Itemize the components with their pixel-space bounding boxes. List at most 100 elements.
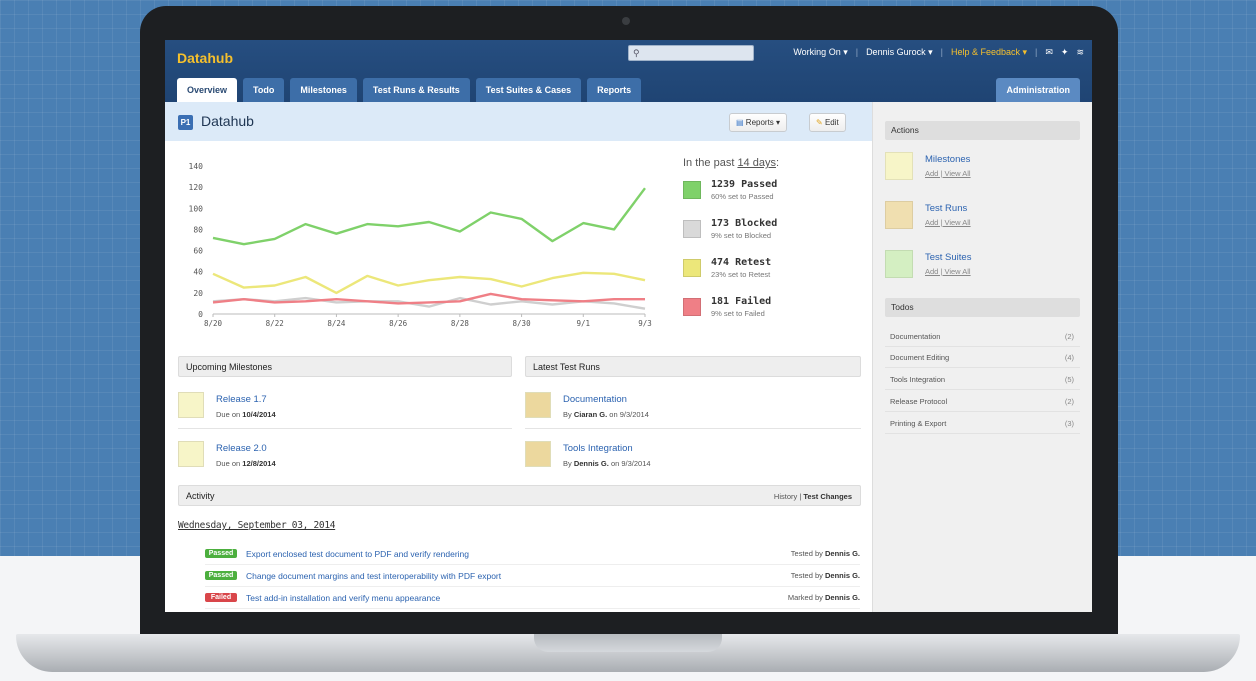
tab-administration[interactable]: Administration (996, 78, 1080, 102)
todo-item[interactable]: Documentation (2) (885, 326, 1080, 347)
project-header: P1 Datahub ▤ Reports ▾ ✎ Edit (165, 102, 872, 141)
by-prefix: By (563, 410, 574, 419)
summary-suffix: : (775, 157, 780, 169)
y-tick-label: 60 (193, 247, 203, 256)
test-run-icon (525, 392, 551, 418)
y-tick-label: 140 (189, 162, 204, 171)
user-menu[interactable]: Dennis Gurock ▾ (866, 47, 933, 58)
reports-button[interactable]: ▤ Reports ▾ (729, 113, 788, 132)
milestone-item: Release 2.0 Due on 12/8/2014 (178, 441, 276, 468)
test-run-item: Tools Integration By Dennis G. on 9/3/201… (525, 441, 651, 468)
edit-button-label: Edit (824, 118, 839, 127)
activity-date: Wednesday, September 03, 2014 (178, 520, 336, 531)
x-tick-label: 8/26 (389, 319, 408, 328)
todo-item[interactable]: Tools Integration (5) (885, 369, 1080, 390)
todo-item[interactable]: Document Editing (4) (885, 347, 1080, 368)
milestone-link[interactable]: Release 1.7 (216, 394, 276, 405)
activity-link[interactable]: Change document margins and test interop… (246, 571, 791, 581)
test-run-icon (525, 441, 551, 467)
due-prefix: Due on (216, 410, 243, 419)
working-on-menu[interactable]: Working On ▾ (793, 47, 847, 58)
test-changes-link[interactable]: Test Changes (803, 492, 852, 501)
twitter-icon[interactable]: ✦ (1061, 47, 1069, 58)
activity-meta: Tested by Dennis G. (791, 571, 860, 580)
history-link[interactable]: History (774, 492, 797, 501)
edit-button[interactable]: ✎ Edit (809, 113, 846, 132)
summary-prefix: In the past (683, 157, 738, 169)
page-title: Datahub (201, 113, 254, 129)
chart-icon: ▤ (736, 118, 744, 127)
tab-overview[interactable]: Overview (177, 78, 238, 102)
main-tabs: Overview Todo Milestones Test Runs & Res… (177, 78, 642, 102)
reports-button-label: Reports ▾ (745, 118, 781, 127)
status-summary: In the past 14 days: 1239 Passed 60% set … (683, 157, 863, 335)
run-date: on 9/3/2014 (607, 410, 649, 419)
runs-section-header: Latest Test Runs (525, 356, 861, 377)
search-input[interactable]: ⚲ (628, 45, 754, 61)
mail-icon[interactable]: ✉ (1045, 47, 1053, 58)
y-tick-label: 0 (198, 310, 203, 319)
stat-title: 181 Failed (711, 296, 772, 307)
todo-item[interactable]: Release Protocol (2) (885, 391, 1080, 412)
due-date: 10/4/2014 (242, 410, 276, 419)
stat-sub: 9% set to Failed (711, 309, 765, 318)
activity-row: Passed Export enclosed test document to … (205, 543, 860, 565)
action-title-link[interactable]: Test Runs (925, 203, 971, 214)
rss-icon[interactable]: ≋ (1076, 47, 1084, 58)
add-view-all-links[interactable]: Add | View All (925, 218, 971, 227)
retest-swatch (683, 259, 701, 277)
help-feedback-menu[interactable]: Help & Feedback ▾ (951, 47, 1027, 58)
test-run-link[interactable]: Tools Integration (563, 443, 651, 454)
y-tick-label: 80 (193, 225, 203, 234)
action-test-suites: Test Suites Add | View All (885, 250, 971, 278)
milestone-icon (178, 441, 204, 467)
action-title-link[interactable]: Milestones (925, 154, 971, 165)
todo-count: (2) (1064, 332, 1074, 341)
todo-item[interactable]: Printing & Export (3) (885, 413, 1080, 434)
tab-test-suites[interactable]: Test Suites & Cases (475, 78, 582, 102)
add-view-all-links[interactable]: Add | View All (925, 267, 971, 276)
divider (525, 428, 861, 429)
add-view-all-links[interactable]: Add | View All (925, 169, 971, 178)
test-run-link[interactable]: Documentation (563, 394, 649, 405)
actions-header: Actions (885, 121, 1080, 140)
series-line-0 (212, 187, 646, 246)
tab-milestones[interactable]: Milestones (290, 78, 357, 102)
tab-reports[interactable]: Reports (587, 78, 642, 102)
x-tick-label: 8/20 (204, 319, 223, 328)
milestone-link[interactable]: Release 2.0 (216, 443, 276, 454)
run-author: Dennis G. (573, 459, 609, 468)
stat-failed: 181 Failed 9% set to Failed (683, 296, 863, 335)
stat-sub: 60% set to Passed (711, 192, 774, 201)
activity-title: Activity (186, 491, 215, 501)
project-badge-icon: P1 (178, 115, 193, 130)
todo-count: (5) (1064, 375, 1074, 384)
action-milestones: Milestones Add | View All (885, 152, 971, 180)
activity-row: Passed Change document margins and test … (205, 565, 860, 587)
stat-title: 1239 Passed (711, 179, 778, 190)
nav-divider: | (940, 47, 943, 57)
todo-label: Release Protocol (890, 397, 948, 406)
x-tick-label: 8/22 (266, 319, 284, 328)
tab-todo[interactable]: Todo (243, 78, 285, 102)
action-title-link[interactable]: Test Suites (925, 252, 971, 263)
y-tick-label: 20 (193, 289, 203, 298)
series-line-3 (212, 292, 645, 305)
status-badge: Failed (205, 593, 237, 602)
top-header: Datahub ⚲ Working On ▾ | Dennis Gurock ▾… (165, 40, 1092, 102)
app-logo-text[interactable]: Datahub (177, 50, 233, 66)
activity-link[interactable]: Test add-in installation and verify menu… (246, 593, 788, 603)
y-tick-label: 120 (189, 183, 204, 192)
stat-retest: 474 Retest 23% set to Retest (683, 257, 863, 296)
milestones-icon (885, 152, 913, 180)
summary-period-link[interactable]: 14 days (737, 157, 776, 169)
test-runs-icon (885, 201, 913, 229)
camera-dot (622, 17, 630, 25)
y-tick-label: 100 (189, 204, 204, 213)
main-content: P1 Datahub ▤ Reports ▾ ✎ Edit 0 20 40 60 80 1… (165, 102, 872, 612)
todo-count: (4) (1064, 353, 1074, 362)
activity-link[interactable]: Export enclosed test document to PDF and… (246, 549, 791, 559)
tab-test-runs[interactable]: Test Runs & Results (362, 78, 470, 102)
activity-meta: Marked by Dennis G. (788, 593, 860, 602)
summary-heading: In the past 14 days: (683, 157, 863, 169)
